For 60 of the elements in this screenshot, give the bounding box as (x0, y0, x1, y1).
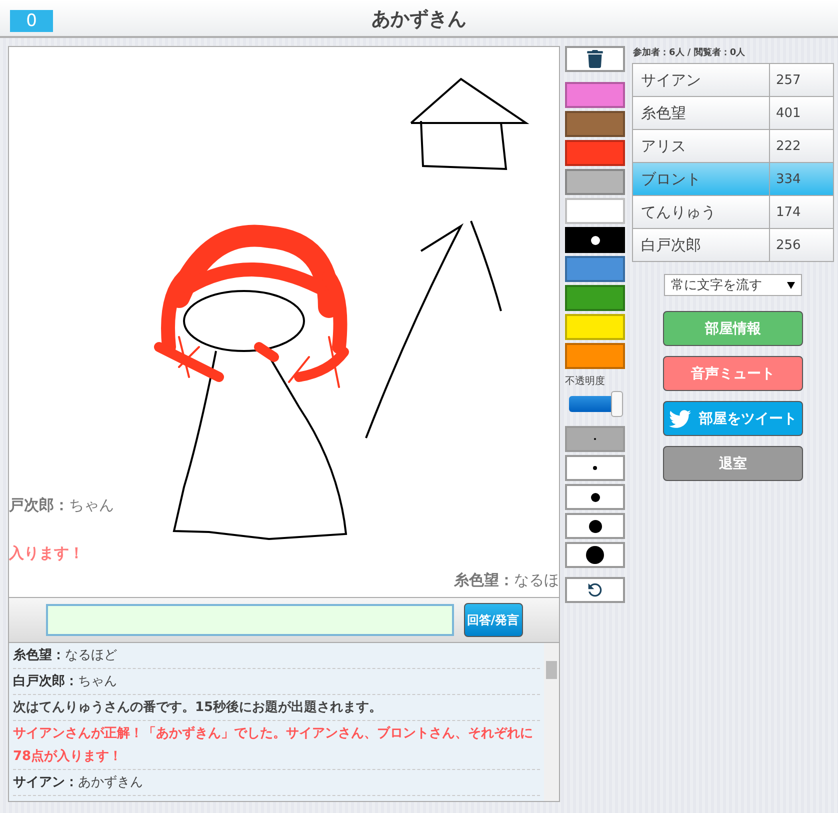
chat-message: 次はてんりゅうさんの番です。15秒後にお題が出題されます。 (13, 695, 540, 721)
brush-size-button[interactable] (565, 542, 625, 568)
send-button[interactable]: 回答/発言 (464, 603, 522, 637)
flowing-comment: 戸次郎：ちゃん (9, 496, 114, 515)
undo-icon[interactable] (565, 577, 625, 603)
color-swatch[interactable] (565, 227, 625, 253)
player-name: 白戸次郎 (633, 229, 770, 261)
player-score: 222 (775, 138, 802, 156)
message-input-field[interactable] (46, 604, 454, 636)
chat-message: サイアン：あかずきん (13, 770, 540, 796)
drawing-canvas[interactable]: 戸次郎：ちゃん 入ります！ 糸色望：なるほ (8, 46, 560, 598)
selected-dot-icon (590, 236, 600, 244)
scrollbar[interactable] (544, 643, 559, 801)
chat-message: 糸色望：なるほど (13, 643, 540, 669)
color-swatch[interactable] (565, 343, 625, 369)
room-counts: 参加者：6人 / 閲覧者：0人 (633, 46, 746, 59)
player-row[interactable]: てんりゅう 174 (633, 196, 833, 229)
player-score: 257 (775, 72, 802, 90)
flowing-comment: 入ります！ (9, 544, 84, 563)
comment-mode-select[interactable]: 常に文字を流す (664, 274, 802, 296)
bird-icon (669, 408, 691, 430)
player-name: サイアン (633, 64, 770, 96)
slider-handle[interactable] (610, 391, 622, 417)
leave-button[interactable]: 退室 (663, 446, 803, 481)
score-badge: 0 (10, 10, 53, 32)
player-score: 334 (775, 170, 802, 188)
player-name: ブロント (633, 163, 770, 195)
player-name: アリス (633, 130, 770, 162)
dot-icon (588, 520, 602, 532)
color-swatch[interactable] (565, 198, 625, 224)
player-score: 174 (775, 204, 802, 222)
brush-size-button[interactable] (565, 484, 625, 510)
dot-icon (593, 466, 597, 470)
player-row[interactable]: ブロント 334 (633, 163, 833, 196)
player-row[interactable]: 糸色望 401 (633, 97, 833, 130)
player-name: てんりゅう (633, 196, 770, 228)
brush-size-button[interactable] (565, 513, 625, 539)
color-swatch[interactable] (565, 314, 625, 340)
color-swatch[interactable] (565, 169, 625, 195)
player-row[interactable]: 白戸次郎 256 (633, 229, 833, 261)
chat-message: サイアンさんが正解！「あかずきん」でした。サイアンさん、ブロントさん、それぞれに78点が入ります！ (13, 721, 540, 770)
player-row[interactable]: アリス 222 (633, 130, 833, 163)
player-score: 401 (775, 104, 802, 122)
dot-icon (590, 492, 600, 502)
flowing-comment: 糸色望：なるほ (454, 571, 559, 590)
color-swatch[interactable] (565, 140, 625, 166)
player-row[interactable]: サイアン 257 (633, 64, 833, 97)
trash-icon[interactable] (565, 46, 625, 72)
room-title: あかずきん (372, 7, 466, 32)
dot-icon (586, 546, 604, 564)
opacity-label: 不透明度 (565, 374, 606, 388)
caret-icon (787, 282, 795, 288)
player-score: 256 (775, 236, 802, 254)
player-name: 糸色望 (633, 97, 770, 129)
color-swatch[interactable] (565, 256, 625, 282)
tweet-button[interactable]: 部屋をツイート (663, 401, 803, 436)
chat-message: 白戸次郎：ちゃん (13, 669, 540, 695)
color-swatch[interactable] (565, 111, 625, 137)
color-swatch[interactable] (565, 285, 625, 311)
color-swatch[interactable] (565, 82, 625, 108)
